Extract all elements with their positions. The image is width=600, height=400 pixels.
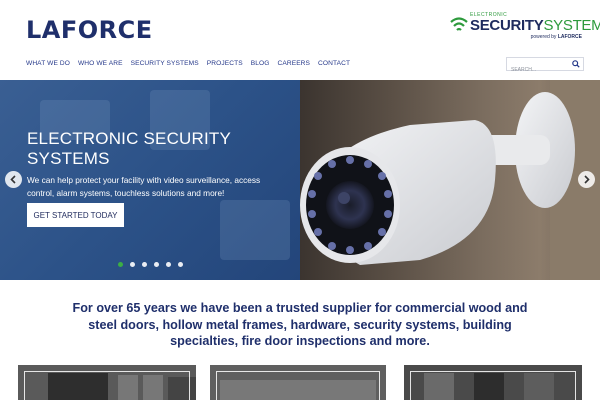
- slider-next-button[interactable]: [578, 171, 595, 188]
- feature-card-3[interactable]: [404, 365, 582, 400]
- slider-dot-2[interactable]: [130, 262, 135, 267]
- search-input[interactable]: [507, 64, 569, 76]
- nav-security-systems[interactable]: SECURITY SYSTEMS: [131, 60, 199, 67]
- nav-projects[interactable]: PROJECTS: [207, 60, 243, 67]
- company-tagline: For over 65 years we have been a trusted…: [72, 301, 528, 348]
- slider-dot-3[interactable]: [142, 262, 147, 267]
- powered-by-prefix: powered by: [530, 34, 557, 40]
- nav-who-we-are[interactable]: WHO WE ARE: [78, 60, 123, 67]
- site-header: LAFORCE ELECTRONIC SECURITYSYSTEMS power…: [0, 0, 600, 80]
- laforce-logo[interactable]: LAFORCE: [26, 16, 153, 44]
- slider-dot-1[interactable]: [118, 262, 123, 267]
- chevron-left-icon: [10, 175, 16, 184]
- feature-card-1[interactable]: [18, 365, 196, 400]
- nav-what-we-do[interactable]: WHAT WE DO: [26, 60, 70, 67]
- camera-illustration: [300, 80, 600, 280]
- slider-prev-button[interactable]: [5, 171, 22, 188]
- hero-slider: ELECTRONIC SECURITY SYSTEMS We can help …: [0, 80, 600, 280]
- chevron-right-icon: [584, 175, 590, 184]
- hero-description: We can help protect your facility with v…: [27, 175, 261, 198]
- search-box: [506, 57, 584, 76]
- feature-card-2[interactable]: [210, 365, 386, 400]
- logo-security-word: SECURITY: [470, 17, 544, 34]
- powered-by-brand: LAFORCE: [557, 34, 582, 40]
- nav-contact[interactable]: CONTACT: [318, 60, 350, 67]
- slider-dots: [118, 262, 183, 267]
- logo-security-systems-text: SECURITYSYSTEMS: [470, 17, 600, 34]
- nav-careers[interactable]: CAREERS: [277, 60, 310, 67]
- security-camera-image: [300, 80, 600, 280]
- slider-dot-4[interactable]: [154, 262, 159, 267]
- wifi-signal-icon: [450, 17, 468, 31]
- slider-dot-5[interactable]: [166, 262, 171, 267]
- electronic-security-systems-logo[interactable]: ELECTRONIC SECURITYSYSTEMS powered by LA…: [450, 12, 600, 40]
- nav-blog[interactable]: BLOG: [251, 60, 270, 67]
- logo-powered-by: powered by LAFORCE: [531, 34, 582, 40]
- get-started-button[interactable]: GET STARTED TODAY: [27, 203, 124, 227]
- slider-dot-6[interactable]: [178, 262, 183, 267]
- main-nav: WHAT WE DO WHO WE ARE SECURITY SYSTEMS P…: [26, 60, 350, 67]
- hero-title: ELECTRONIC SECURITY SYSTEMS: [27, 129, 231, 168]
- logo-systems-word: SYSTEMS: [543, 17, 600, 34]
- search-icon[interactable]: [572, 60, 580, 68]
